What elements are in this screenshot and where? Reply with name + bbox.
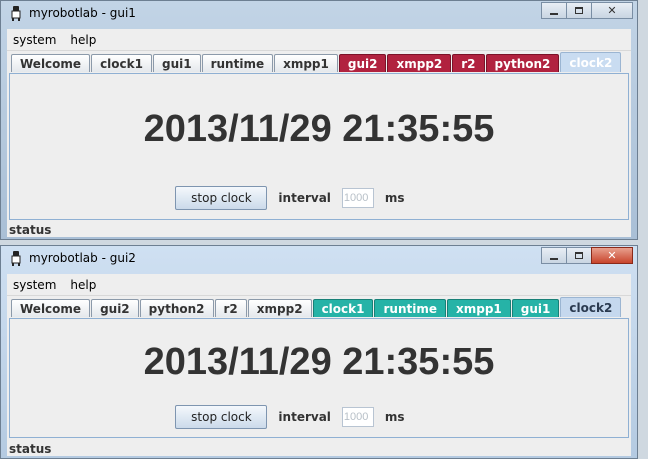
tab-gui2[interactable]: gui2	[338, 54, 387, 72]
minimize-icon	[550, 12, 558, 15]
maximize-button[interactable]	[566, 247, 592, 264]
tab-python2[interactable]: python2	[139, 299, 214, 317]
tab-clock2[interactable]: clock2	[560, 297, 622, 317]
tab-gui2[interactable]: gui2	[91, 299, 139, 317]
window-title: myrobotlab - gui2	[29, 251, 136, 265]
tab-gui1[interactable]: gui1	[152, 54, 201, 72]
window-gui1: myrobotlab - gui1 ✕ system help Welcome …	[0, 0, 638, 240]
status-bar: status	[9, 442, 52, 456]
tab-clock2[interactable]: clock2	[560, 52, 622, 72]
interval-label: interval	[278, 191, 331, 205]
minimize-icon	[550, 257, 558, 260]
tab-gui1[interactable]: gui1	[511, 299, 560, 317]
clock-panel: 2013/11/29 21:35:55 stop clock interval …	[9, 318, 629, 438]
tab-r2[interactable]: r2	[452, 54, 485, 72]
status-bar: status	[9, 223, 52, 237]
tab-xmpp2[interactable]: xmpp2	[247, 299, 312, 317]
clock-controls: stop clock interval ms	[10, 186, 628, 210]
maximize-button[interactable]	[566, 2, 592, 19]
interval-input[interactable]	[341, 188, 374, 208]
close-button[interactable]: ✕	[591, 2, 633, 19]
maximize-icon	[575, 7, 583, 14]
window-content: system help Welcome clock1 gui1 runtime …	[7, 29, 631, 237]
minimize-button[interactable]	[541, 247, 567, 264]
title-bar[interactable]: myrobotlab - gui1 ✕	[1, 1, 637, 27]
window-title: myrobotlab - gui1	[29, 6, 136, 20]
window-gui2: myrobotlab - gui2 ✕ system help Welcome …	[0, 245, 638, 459]
robot-icon	[11, 251, 21, 266]
clock-controls: stop clock interval ms	[10, 405, 628, 429]
tab-runtime[interactable]: runtime	[201, 54, 274, 72]
stop-clock-button[interactable]: stop clock	[175, 405, 268, 429]
stop-clock-button[interactable]: stop clock	[175, 186, 268, 210]
tab-python2[interactable]: python2	[485, 54, 560, 72]
interval-label: interval	[278, 410, 331, 424]
close-icon: ✕	[607, 4, 617, 17]
maximize-icon	[575, 252, 583, 259]
tab-xmpp2[interactable]: xmpp2	[387, 54, 452, 72]
tab-xmpp1[interactable]: xmpp1	[274, 54, 338, 72]
close-icon: ✕	[607, 249, 617, 262]
tab-runtime[interactable]: runtime	[374, 299, 446, 317]
tab-strip: Welcome gui2 python2 r2 xmpp2 clock1 run…	[7, 296, 631, 317]
menu-help[interactable]: help	[70, 278, 96, 292]
ms-label: ms	[384, 410, 405, 424]
menu-bar: system help	[7, 29, 631, 51]
minimize-button[interactable]	[541, 2, 567, 19]
clock-time: 2013/11/29 21:35:55	[143, 108, 495, 150]
tab-strip: Welcome clock1 gui1 runtime xmpp1 gui2 x…	[7, 51, 631, 72]
clock-panel: 2013/11/29 21:35:55 stop clock interval …	[9, 73, 629, 220]
menu-help[interactable]: help	[70, 33, 96, 47]
interval-input[interactable]	[341, 407, 374, 427]
clock-time: 2013/11/29 21:35:55	[143, 341, 495, 383]
menu-bar: system help	[7, 274, 631, 296]
window-content: system help Welcome gui2 python2 r2 xmpp…	[7, 274, 631, 456]
tab-clock1[interactable]: clock1	[312, 299, 374, 317]
ms-label: ms	[384, 191, 405, 205]
close-button[interactable]: ✕	[591, 247, 633, 264]
menu-system[interactable]: system	[13, 278, 56, 292]
tab-xmpp1[interactable]: xmpp1	[446, 299, 511, 317]
tab-clock1[interactable]: clock1	[91, 54, 152, 72]
title-bar[interactable]: myrobotlab - gui2 ✕	[1, 246, 637, 272]
menu-system[interactable]: system	[13, 33, 56, 47]
robot-icon	[11, 6, 21, 21]
tab-r2[interactable]: r2	[214, 299, 247, 317]
tab-welcome[interactable]: Welcome	[11, 299, 91, 317]
tab-welcome[interactable]: Welcome	[11, 54, 91, 72]
